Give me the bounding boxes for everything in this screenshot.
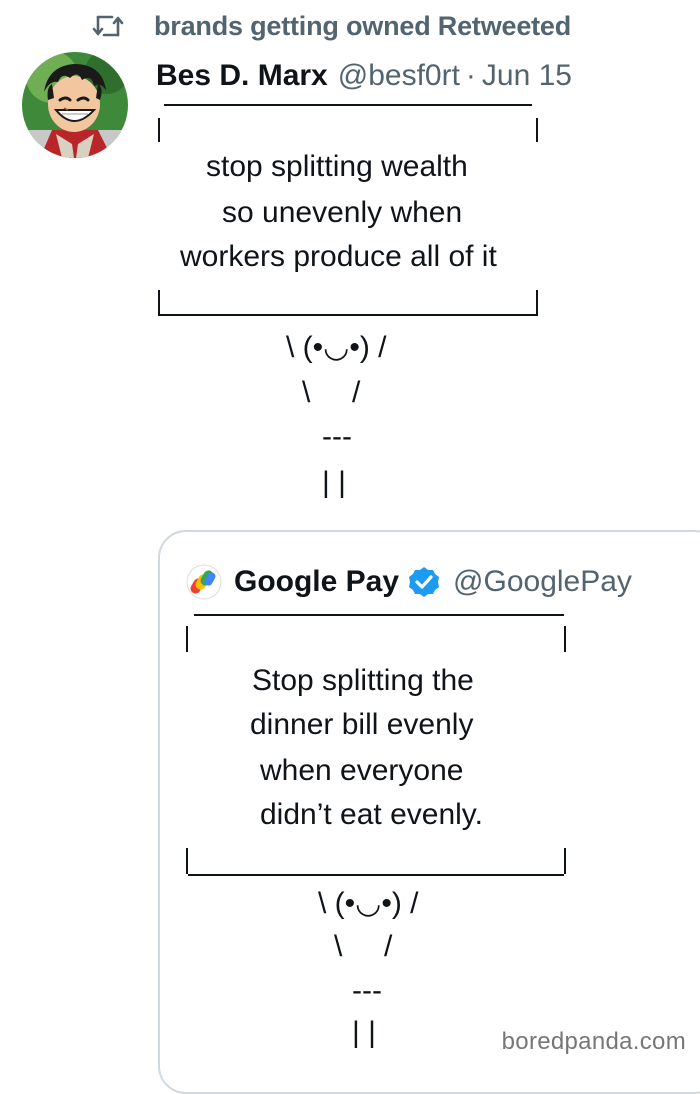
sign-left-border-bottom bbox=[158, 290, 160, 316]
verified-badge-icon bbox=[409, 567, 440, 597]
quoted-author-display-name[interactable]: Google Pay bbox=[234, 565, 399, 599]
sign-top-border bbox=[164, 104, 532, 106]
retweet-label[interactable]: brands getting owned Retweeted bbox=[154, 11, 571, 42]
sign-bottom-border bbox=[160, 314, 536, 316]
sign-right-border-top bbox=[536, 118, 538, 142]
sign-bunny-arms: \ (•◡•) / bbox=[286, 331, 387, 364]
retweet-banner: brands getting owned Retweeted bbox=[92, 8, 571, 44]
quoted-sign-left-border-top bbox=[186, 626, 188, 652]
quoted-sign-box: Stop splitting the dinner bill evenly wh… bbox=[184, 614, 570, 878]
sign-left-border-top bbox=[158, 118, 160, 142]
author-handle[interactable]: @besf0rt bbox=[338, 59, 460, 93]
quoted-bunny-body: \ / bbox=[334, 930, 393, 963]
quoted-sign-right-border-top bbox=[564, 626, 566, 652]
quoted-sign-text-line: Stop splitting the bbox=[252, 664, 474, 697]
sign-text-line: workers produce all of it bbox=[180, 240, 497, 273]
sign-bunny-legs: | | bbox=[322, 466, 346, 499]
quoted-tweet-header: Google Pay @GooglePay bbox=[186, 560, 632, 604]
quoted-sign-top-border bbox=[194, 614, 564, 616]
tweet-date[interactable]: Jun 15 bbox=[482, 59, 572, 93]
quoted-author-handle[interactable]: @GooglePay bbox=[453, 565, 632, 599]
sign-right-border-bottom bbox=[536, 290, 538, 316]
quoted-sign-bottom-border bbox=[188, 874, 564, 876]
quoted-sign-left-border-bottom bbox=[186, 848, 188, 874]
retweet-icon bbox=[92, 15, 124, 37]
tweet-header: Bes D. Marx @besf0rt · Jun 15 bbox=[156, 56, 572, 96]
sign-text-line: stop splitting wealth bbox=[206, 150, 468, 183]
quoted-sign-text-line: when everyone bbox=[260, 754, 464, 787]
quoted-bunny-arms: \ (•◡•) / bbox=[318, 887, 419, 920]
quoted-bunny-legs: | | bbox=[352, 1016, 376, 1049]
watermark: boredpanda.com bbox=[501, 1028, 686, 1055]
avatar[interactable] bbox=[22, 52, 128, 158]
sign-text-line: so unevenly when bbox=[222, 196, 463, 229]
google-pay-logo-icon bbox=[186, 564, 222, 600]
quoted-sign-text-line: didn’t eat evenly. bbox=[260, 798, 483, 831]
separator-dot: · bbox=[465, 59, 476, 92]
quoted-sign-text-line: dinner bill evenly bbox=[250, 708, 474, 741]
author-display-name[interactable]: Bes D. Marx bbox=[156, 59, 328, 93]
sign-box: stop splitting wealth so unevenly when w… bbox=[156, 104, 542, 320]
sign-bunny-body: \ / bbox=[302, 376, 361, 409]
quoted-sign-right-border-bottom bbox=[564, 848, 566, 874]
sign-bunny-base: --- bbox=[322, 420, 352, 453]
avatar-image bbox=[22, 52, 128, 158]
quoted-bunny-base: --- bbox=[352, 974, 382, 1007]
